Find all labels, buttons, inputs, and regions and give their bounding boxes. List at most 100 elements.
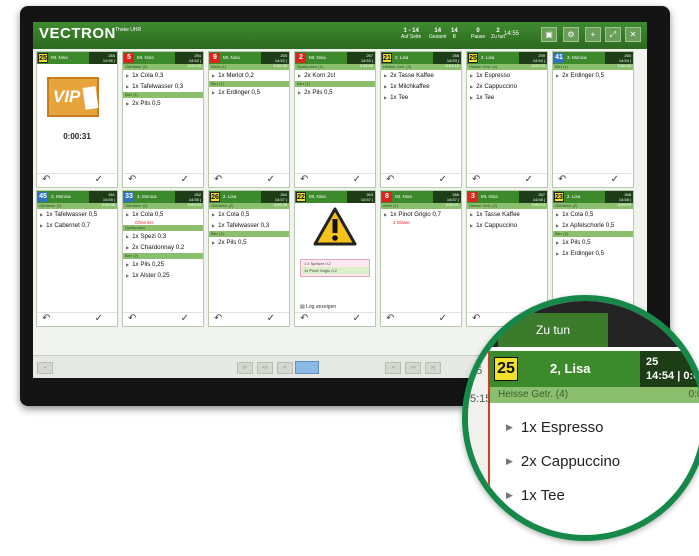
order-item[interactable]: 2x Pils 0,5 — [295, 87, 375, 98]
order-item[interactable]: 1x Cabernet 0,7 — [37, 220, 117, 231]
checkmark-icon[interactable]: ✓ — [439, 313, 447, 324]
checkmark-icon[interactable]: ✓ — [525, 174, 533, 185]
order-item[interactable]: 2x Erdinger 0,5 — [553, 70, 633, 81]
checkmark-icon[interactable]: ✓ — [353, 313, 361, 324]
order-item[interactable]: 1x Cola 0,3 — [123, 70, 203, 81]
waiter-name: 2. Lisa — [567, 194, 581, 199]
undo-icon[interactable]: ↶ — [128, 313, 136, 324]
order-ticket[interactable]: 413. Monica26014:54 | 0:00:44Bier (1)2x … — [552, 51, 634, 188]
vip-icon: VIP — [47, 77, 99, 117]
order-item[interactable]: 1x Tafelwasser 0,3 — [209, 220, 289, 231]
order-ticket[interactable]: 25 2. Lisa 259 14:54 | 0:00:55 Heisse Getr. … — [466, 51, 548, 188]
order-item[interactable]: 1x Tasse Kaffee — [467, 209, 547, 220]
waiter-name: Mt. Nina — [137, 55, 154, 60]
order-item[interactable]: 2x Pils 0,5 — [209, 237, 289, 248]
order-item[interactable]: 2x Pils 0,5 — [123, 98, 203, 109]
undo-icon[interactable]: ↶ — [214, 174, 222, 185]
ticket-header: 22 Mt. Nina 263 14:57 | 0:00:23 — [295, 191, 375, 207]
table-number: 41 — [554, 53, 564, 63]
checkmark-icon[interactable]: ✓ — [95, 313, 103, 324]
zoom-item[interactable]: 1x Espresso — [506, 419, 604, 436]
order-item[interactable]: 1x Tafelwasser 0,3 — [123, 81, 203, 92]
checkmark-icon[interactable]: ✓ — [353, 174, 361, 185]
order-item[interactable]: 2x Cappuccino — [467, 81, 547, 92]
screen-icon[interactable]: ▣ — [541, 27, 557, 42]
order-item[interactable]: 1x Apfelschorle 0,5 — [553, 220, 633, 231]
order-ticket[interactable]: 22 Mt. Nina 263 14:57 | 0:00:23 1 x Spritzer… — [294, 190, 376, 327]
log-button[interactable]: ▤ Log anzeigen — [300, 304, 336, 310]
order-item[interactable]: 1x Cola 0,5 — [209, 209, 289, 220]
zoom-item[interactable]: 1x Tee — [506, 487, 565, 504]
ticket-footer: ↶✓ — [381, 312, 461, 326]
current-page-button[interactable] — [295, 361, 319, 374]
order-ticket[interactable]: 262. Lisa26414:57 | 0:00:28Getränke (2)1… — [208, 190, 290, 327]
undo-icon[interactable]: ↶ — [128, 174, 136, 185]
order-item[interactable]: 1x Tee — [381, 92, 461, 103]
zoom-ticket-header[interactable]: 25 2, Lisa 25 14:54 | 0:0 — [490, 351, 699, 387]
order-item[interactable]: 2x Korn 2cl — [295, 70, 375, 81]
undo-icon[interactable]: ↶ — [214, 313, 222, 324]
settings-icon[interactable]: ⚙ — [563, 27, 579, 42]
order-item[interactable]: 1x Alster 0,25 — [123, 270, 203, 281]
order-item[interactable]: 1x Spezi 0,3 — [123, 231, 203, 242]
order-item[interactable]: 1x Espresso — [467, 70, 547, 81]
item-note: 2 Gläser — [393, 220, 411, 225]
checkmark-icon[interactable]: ✓ — [181, 174, 189, 185]
menu-button[interactable]: ▪ — [37, 362, 53, 374]
undo-icon[interactable]: ↶ — [300, 174, 308, 185]
ticket-header: 41 3. Monica 260 14:54 | 0:00:44 — [553, 52, 633, 68]
order-item[interactable]: 1x Merlot 0,2 — [209, 70, 289, 81]
checkmark-icon[interactable]: ✓ — [611, 174, 619, 185]
next-block-icon[interactable]: >> — [405, 362, 421, 374]
order-ticket[interactable]: 21 2. Lisa 258 14:53 | 0:01:15 Heisse Getr. … — [380, 51, 462, 188]
order-item[interactable]: 1x Pinot Grigio 0,7 — [381, 209, 461, 220]
zoom-item[interactable]: 2x Cappuccino — [506, 453, 620, 470]
undo-icon[interactable]: ↶ — [472, 174, 480, 185]
order-item[interactable]: 1x Cappuccino — [467, 220, 547, 231]
undo-icon[interactable]: ↶ — [42, 174, 50, 185]
order-ticket[interactable]: 5Mt. Nina25414:52 | 0:02:23Getränke (2)1… — [122, 51, 204, 188]
order-item[interactable]: 2x Tasse Kaffee — [381, 70, 461, 81]
checkmark-icon[interactable]: ✓ — [267, 313, 275, 324]
order-item[interactable]: 1x Cola 0,5 — [123, 209, 203, 220]
order-ticket[interactable]: 2 Mt. Nina 257 14:53 | 0:01:46 Spirituosen (… — [294, 51, 376, 188]
checkmark-icon[interactable]: ✓ — [267, 174, 275, 185]
checkmark-icon[interactable]: ✓ — [439, 174, 447, 185]
order-item[interactable]: 1x Cola 0,5 — [553, 209, 633, 220]
order-ticket[interactable]: 45 3. Monica 261 14:55 | 0:00:38 Getränke (2… — [36, 190, 118, 327]
checkmark-icon[interactable]: ✓ — [95, 174, 103, 185]
undo-icon[interactable]: ↶ — [386, 313, 394, 324]
ticket-header: 25 Mt. Nina 265 14:56 | 0:00:31 — [37, 52, 117, 68]
order-item[interactable]: 2x Chardonnay 0,2 — [123, 242, 203, 253]
order-ticket[interactable]: 33 3. Monica 262 14:55 | 0:00:34 Getränke (2… — [122, 190, 204, 327]
undo-icon[interactable]: ↶ — [558, 174, 566, 185]
first-page-icon[interactable]: |< — [237, 362, 253, 374]
tab-todo[interactable]: Zu tun — [498, 313, 608, 347]
last-page-icon[interactable]: >| — [425, 362, 441, 374]
waiter-name: 2. Lisa — [395, 55, 409, 60]
fullscreen-icon[interactable]: ⤢ — [605, 27, 621, 42]
ticket-info: 255 14:52 | 0:02:08 — [261, 52, 289, 68]
order-ticket[interactable]: 8Mt. Nina26614:57 | 0:00:21Wein (1)1x Pi… — [380, 190, 462, 327]
order-ticket[interactable]: 9Mt. Nina25514:52 | 0:02:08Wein (1)1x Me… — [208, 51, 290, 188]
order-item[interactable]: 1x Pils 0,5 — [553, 237, 633, 248]
order-item[interactable]: 1x Erdinger 0,5 — [553, 248, 633, 259]
undo-icon[interactable]: ↶ — [386, 174, 394, 185]
prev-block-icon[interactable]: << — [257, 362, 273, 374]
order-ticket[interactable]: 25 Mt. Nina 265 14:56 | 0:00:31 VIP 0:00:31 ↶ ✓ — [36, 51, 118, 188]
prev-page-icon[interactable]: < — [277, 362, 293, 374]
close-icon[interactable]: ✕ — [625, 27, 641, 42]
checkmark-icon[interactable]: ✓ — [181, 313, 189, 324]
next-page-icon[interactable]: > — [385, 362, 401, 374]
order-item[interactable]: 1x Tee — [467, 92, 547, 103]
plus-icon[interactable]: + — [585, 27, 601, 42]
order-item[interactable]: 1x Pils 0,25 — [123, 259, 203, 270]
undo-icon[interactable]: ↶ — [42, 313, 50, 324]
order-item[interactable]: 1x Erdinger 0,5 — [209, 87, 289, 98]
ticket-header: 8 Mt. Nina 266 14:57 | 0:00:21 — [381, 191, 461, 207]
order-item[interactable]: 1x Milchkaffee — [381, 81, 461, 92]
zoom-table-number: 25 — [494, 357, 518, 381]
undo-icon[interactable]: ↶ — [300, 313, 308, 324]
ticket-header: 23 2. Lisa 268 14:58 | 0:00:09 — [553, 191, 633, 207]
order-item[interactable]: 1x Tafelwasser 0,5 — [37, 209, 117, 220]
